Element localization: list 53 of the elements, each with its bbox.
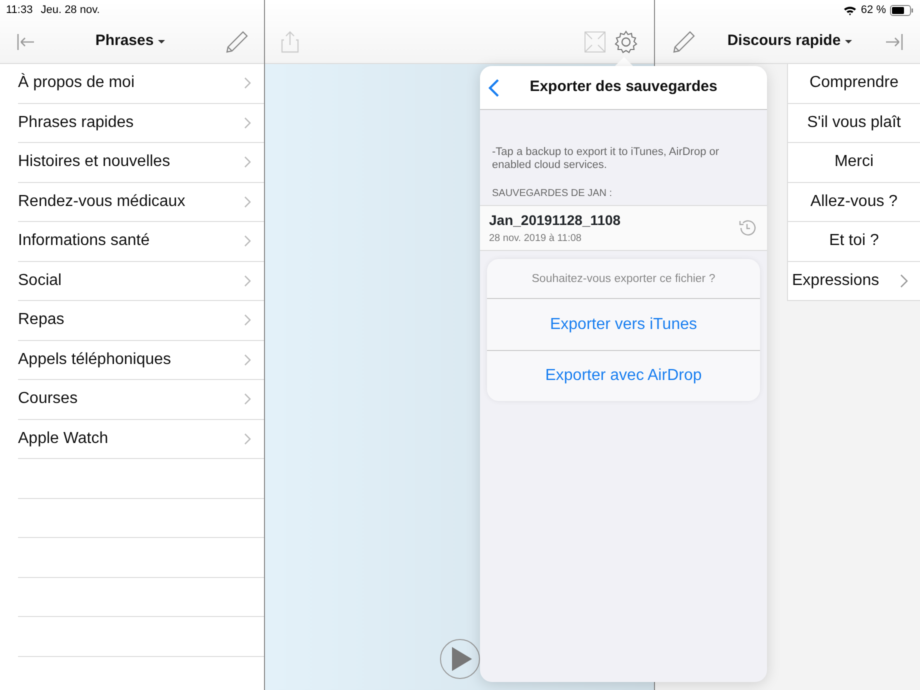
edit-icon[interactable] bbox=[671, 30, 695, 54]
panel-title[interactable]: Discours rapide bbox=[727, 30, 841, 53]
phrase-button[interactable]: Merci bbox=[787, 143, 920, 182]
history-icon bbox=[737, 218, 757, 238]
play-button[interactable] bbox=[440, 639, 480, 679]
backup-date: 28 nov. 2019 à 11:08 bbox=[489, 232, 582, 246]
chevron-icon bbox=[243, 313, 252, 328]
list-item-label[interactable]: Informations santé bbox=[18, 229, 150, 254]
phrase-button[interactable]: Et toi ? bbox=[787, 222, 920, 262]
chevron-icon bbox=[899, 272, 908, 289]
list-item-label[interactable]: Appels téléphoniques bbox=[18, 348, 172, 372]
settings-icon[interactable] bbox=[614, 30, 638, 54]
status-time: 11:33 bbox=[6, 2, 33, 18]
backup-name: Jan_20191128_1108 bbox=[489, 211, 621, 230]
caret-icon bbox=[844, 40, 852, 44]
list-item-label[interactable]: Rendez-vous médicaux bbox=[18, 190, 186, 214]
folder-button[interactable]: Expressions bbox=[787, 262, 920, 301]
chevron-icon bbox=[243, 352, 252, 367]
collapse-left-icon[interactable] bbox=[16, 32, 36, 52]
list-item-label[interactable]: Phrases rapides bbox=[18, 110, 134, 135]
action-sheet-title: Souhaitez-vous exporter ce fichier ? bbox=[487, 259, 760, 300]
chevron-icon bbox=[243, 432, 252, 446]
chevron-icon bbox=[243, 116, 252, 130]
list-item-label[interactable]: Apple Watch bbox=[18, 426, 108, 451]
wifi-icon bbox=[842, 4, 857, 16]
panel-title[interactable]: Phrases bbox=[95, 30, 154, 53]
help-text: -Tap a backup to export it to iTunes, AirDrop or enabled cloud services. bbox=[491, 145, 720, 172]
status-date: Jeu. 28 nov. bbox=[40, 2, 100, 18]
chevron-icon bbox=[243, 155, 252, 170]
backup-row[interactable]: Jan_20191128_1108 28 nov. 2019 à 11:08 bbox=[480, 205, 767, 252]
caret-icon bbox=[158, 40, 165, 44]
phrase-button[interactable]: Comprendre bbox=[787, 64, 920, 104]
phrase-button[interactable]: S'il vous plaît bbox=[787, 104, 920, 143]
battery-icon bbox=[890, 4, 914, 16]
chevron-icon bbox=[243, 392, 252, 406]
action-button[interactable]: Exporter avec AirDrop bbox=[487, 350, 760, 402]
action-button[interactable]: Exporter vers iTunes bbox=[487, 299, 760, 350]
list-item-label[interactable]: À propos de moi bbox=[18, 71, 135, 96]
chevron-icon bbox=[243, 76, 252, 90]
edit-icon[interactable] bbox=[224, 30, 248, 54]
list-item-label[interactable]: Histoires et nouvelles bbox=[18, 150, 170, 174]
chevron-icon bbox=[243, 194, 252, 209]
section-header: SAUVEGARDES DE JAN : bbox=[491, 187, 614, 202]
list-item-label[interactable]: Repas bbox=[18, 308, 64, 332]
list-item-label[interactable]: Social bbox=[18, 268, 62, 293]
chevron-icon bbox=[243, 234, 252, 248]
list-item-label[interactable]: Courses bbox=[18, 387, 78, 412]
back-icon[interactable] bbox=[488, 78, 500, 98]
phrase-button[interactable]: Allez-vous ? bbox=[787, 182, 920, 222]
battery-percent: 62 % bbox=[860, 2, 886, 18]
popover-title: Exporter des sauvegardes bbox=[530, 77, 718, 98]
chevron-icon bbox=[243, 274, 252, 288]
collapse-right-icon[interactable] bbox=[884, 32, 904, 52]
